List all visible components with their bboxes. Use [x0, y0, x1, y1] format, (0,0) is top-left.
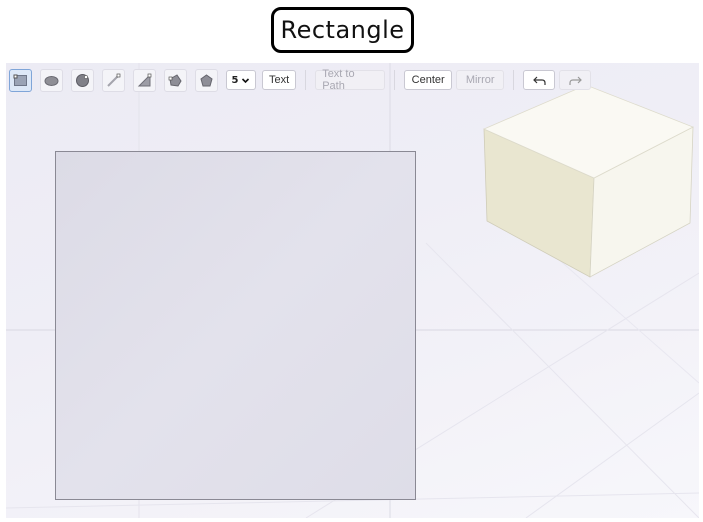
drawn-rectangle[interactable]: [55, 151, 416, 500]
toolbar: 5 Text Text to Path Center Mirror: [6, 63, 699, 97]
rectangle-icon: [13, 74, 27, 86]
sides-value: 5: [231, 74, 239, 86]
redo-button[interactable]: [559, 70, 592, 90]
text-to-path-button[interactable]: Text to Path: [315, 68, 386, 92]
circle-icon: [76, 73, 89, 87]
center-button[interactable]: Center: [404, 70, 453, 90]
toolbar-separator: [513, 70, 515, 90]
circle-tool-button[interactable]: [71, 68, 94, 92]
chevron-down-icon: [242, 77, 250, 83]
mirror-button[interactable]: Mirror: [456, 70, 505, 90]
polyline-tool-button[interactable]: [133, 68, 156, 92]
undo-button[interactable]: [523, 70, 556, 90]
undo-icon: [532, 76, 546, 85]
polygon-icon: [168, 73, 182, 87]
redo-icon: [569, 76, 582, 85]
sides-select[interactable]: 5: [226, 70, 256, 90]
toolbar-separator: [305, 70, 307, 90]
ellipse-icon: [44, 75, 59, 86]
text-button[interactable]: Text: [262, 70, 297, 90]
rectangle-tool-button[interactable]: [9, 68, 32, 92]
ellipse-tool-button[interactable]: [40, 68, 63, 92]
line-tool-button[interactable]: [102, 68, 125, 92]
polyline-icon: [137, 73, 152, 86]
tool-label: Rectangle: [271, 7, 414, 53]
toolbar-separator: [394, 70, 396, 90]
drawing-canvas[interactable]: 5 Text Text to Path Center Mirror: [6, 63, 699, 518]
cube-preview: [483, 84, 694, 278]
pentagon-tool-button[interactable]: [195, 68, 218, 92]
polygon-tool-button[interactable]: [164, 68, 187, 92]
pentagon-icon: [200, 73, 213, 86]
line-icon: [107, 73, 121, 87]
